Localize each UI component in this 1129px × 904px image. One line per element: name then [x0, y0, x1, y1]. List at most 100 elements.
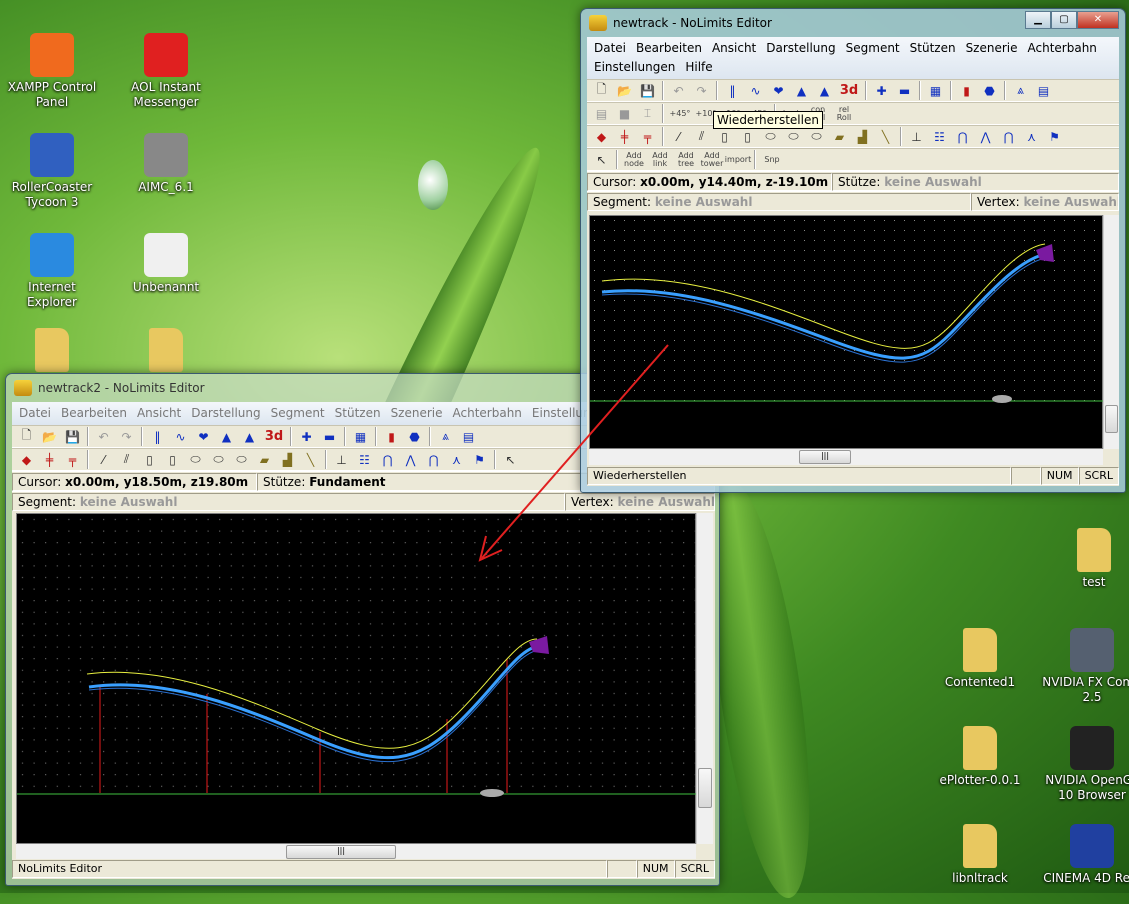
- title-bar[interactable]: newtrack - NoLimits Editor ▁ ▢ ✕: [581, 9, 1125, 36]
- zoom-in-button[interactable]: ✚: [295, 426, 318, 447]
- track-viewport[interactable]: [589, 215, 1104, 449]
- menu-darstellung[interactable]: Darstellung: [763, 39, 842, 58]
- traffic-light-button[interactable]: ▮: [380, 426, 403, 447]
- horizontal-scrollbar[interactable]: |||: [16, 844, 696, 860]
- desktop-icon-folder[interactable]: Contented1: [930, 628, 1030, 690]
- menu-achterbahn[interactable]: Achterbahn: [450, 404, 529, 423]
- add-tree-button[interactable]: Add tree: [673, 149, 699, 170]
- redo-button[interactable]: ↷: [690, 80, 713, 101]
- wood-box-button[interactable]: ▟: [851, 126, 874, 147]
- new-button[interactable]: 🗋: [590, 80, 613, 101]
- grid-3d-button[interactable]: ▦: [349, 426, 372, 447]
- table-button[interactable]: ▤: [590, 103, 613, 124]
- desktop-icon-ie[interactable]: Internet Explorer: [2, 233, 102, 310]
- menu-stützen[interactable]: Stützen: [332, 404, 388, 423]
- flag-button[interactable]: ⚑: [468, 449, 491, 470]
- menu-darstellung[interactable]: Darstellung: [188, 404, 267, 423]
- menu-segment[interactable]: Segment: [268, 404, 332, 423]
- menu-stützen[interactable]: Stützen: [907, 39, 963, 58]
- track-rails-button[interactable]: ‖: [146, 426, 169, 447]
- menu-ansicht[interactable]: Ansicht: [134, 404, 188, 423]
- foot-button[interactable]: ⊥: [905, 126, 928, 147]
- leg-2-button[interactable]: ⋏: [1020, 126, 1043, 147]
- cylinder-2-button[interactable]: ⬭: [782, 126, 805, 147]
- zoom-out-button[interactable]: ▬: [318, 426, 341, 447]
- add-node-button[interactable]: Add node: [621, 149, 647, 170]
- lift-button[interactable]: ▤: [1032, 80, 1055, 101]
- segment-view-button[interactable]: ❤: [192, 426, 215, 447]
- redo-button[interactable]: ↷: [115, 426, 138, 447]
- split-button[interactable]: ⌶: [636, 103, 659, 124]
- pillar-button[interactable]: ▯: [161, 449, 184, 470]
- menu-szenerie[interactable]: Szenerie: [388, 404, 450, 423]
- desktop-icon-folder[interactable]: [2, 328, 102, 375]
- track-viewport[interactable]: [16, 513, 697, 844]
- open-button[interactable]: 📂: [38, 426, 61, 447]
- zoom-out-button[interactable]: ▬: [893, 80, 916, 101]
- desktop-icon-xampp[interactable]: XAMPP Control Panel: [2, 33, 102, 110]
- foot-button[interactable]: ⊥: [330, 449, 353, 470]
- support-node-button[interactable]: ╪: [38, 449, 61, 470]
- flag-button[interactable]: ⚑: [1043, 126, 1066, 147]
- menu-bearbeiten[interactable]: Bearbeiten: [58, 404, 134, 423]
- desktop-icon-aim[interactable]: AOL Instant Messenger: [116, 33, 216, 110]
- pillar-button[interactable]: ▯: [736, 126, 759, 147]
- beam-button[interactable]: ⁄: [667, 126, 690, 147]
- menu-segment[interactable]: Segment: [843, 39, 907, 58]
- cylinder-3-button[interactable]: ⬭: [230, 449, 253, 470]
- wood-block-button[interactable]: ▰: [828, 126, 851, 147]
- double-beam-button[interactable]: ⫽: [690, 126, 713, 147]
- menu-bearbeiten[interactable]: Bearbeiten: [633, 39, 709, 58]
- menu-ansicht[interactable]: Ansicht: [709, 39, 763, 58]
- eraser-button[interactable]: ◆: [15, 449, 38, 470]
- fill-view-2-button[interactable]: ▲: [813, 80, 836, 101]
- desktop-icon-folder[interactable]: libnltrack: [930, 824, 1030, 886]
- desktop-icon-cinema4d[interactable]: CINEMA 4D Rele: [1042, 824, 1129, 886]
- import-button[interactable]: import: [725, 149, 751, 170]
- desktop-icon-panda[interactable]: RollerCoaster Tycoon 3: [2, 133, 102, 210]
- beam-button[interactable]: ⁄: [92, 449, 115, 470]
- arch-button[interactable]: ⋂: [951, 126, 974, 147]
- desktop-icon-folder[interactable]: test: [1044, 528, 1129, 590]
- leg-2-button[interactable]: ⋏: [445, 449, 468, 470]
- vertex-button[interactable]: ∿: [169, 426, 192, 447]
- block-button[interactable]: ■: [613, 103, 636, 124]
- cylinder-3-button[interactable]: ⬭: [805, 126, 828, 147]
- track-rails-button[interactable]: ‖: [721, 80, 744, 101]
- wood-beam-button[interactable]: ╲: [874, 126, 897, 147]
- cylinder-button[interactable]: ⬭: [759, 126, 782, 147]
- 3d-button[interactable]: 3d: [261, 426, 287, 447]
- menu-hilfe[interactable]: Hilfe: [682, 58, 719, 77]
- support-node-button[interactable]: ╪: [613, 126, 636, 147]
- support-node-2-button[interactable]: ╤: [61, 449, 84, 470]
- eraser-button[interactable]: ◆: [590, 126, 613, 147]
- desktop-icon-nvidia[interactable]: NVIDIA OpenGL 10 Browser: [1042, 726, 1129, 803]
- save-button[interactable]: 💾: [636, 80, 659, 101]
- rel-roll-button[interactable]: rel Roll: [831, 103, 857, 124]
- cylinder-2-button[interactable]: ⬭: [207, 449, 230, 470]
- leg-button[interactable]: ⋀: [399, 449, 422, 470]
- select-arrow-button[interactable]: ↖: [590, 149, 613, 170]
- open-button[interactable]: 📂: [613, 80, 636, 101]
- arch-button[interactable]: ⋂: [376, 449, 399, 470]
- fill-view-2-button[interactable]: ▲: [238, 426, 261, 447]
- pillar-thin-button[interactable]: ▯: [138, 449, 161, 470]
- fill-view-button[interactable]: ▲: [215, 426, 238, 447]
- fill-view-button[interactable]: ▲: [790, 80, 813, 101]
- new-button[interactable]: 🗋: [15, 426, 38, 447]
- select-arrow-button[interactable]: ↖: [499, 449, 522, 470]
- double-beam-button[interactable]: ⫽: [115, 449, 138, 470]
- desktop-icon-installer[interactable]: AIMC_6.1: [116, 133, 216, 195]
- snp-button[interactable]: Snp: [759, 149, 785, 170]
- stop-button[interactable]: ⬣: [978, 80, 1001, 101]
- support-node-2-button[interactable]: ╤: [636, 126, 659, 147]
- menu-achterbahn[interactable]: Achterbahn: [1025, 39, 1104, 58]
- traffic-light-button[interactable]: ▮: [955, 80, 978, 101]
- desktop-icon-folder[interactable]: ePlotter-0.0.1: [930, 726, 1030, 788]
- maximize-button[interactable]: ▢: [1051, 11, 1077, 29]
- lift-button[interactable]: ▤: [457, 426, 480, 447]
- add-link-button[interactable]: Add link: [647, 149, 673, 170]
- arch-2-button[interactable]: ⋂: [997, 126, 1020, 147]
- leg-button[interactable]: ⋀: [974, 126, 997, 147]
- menu-datei[interactable]: Datei: [591, 39, 633, 58]
